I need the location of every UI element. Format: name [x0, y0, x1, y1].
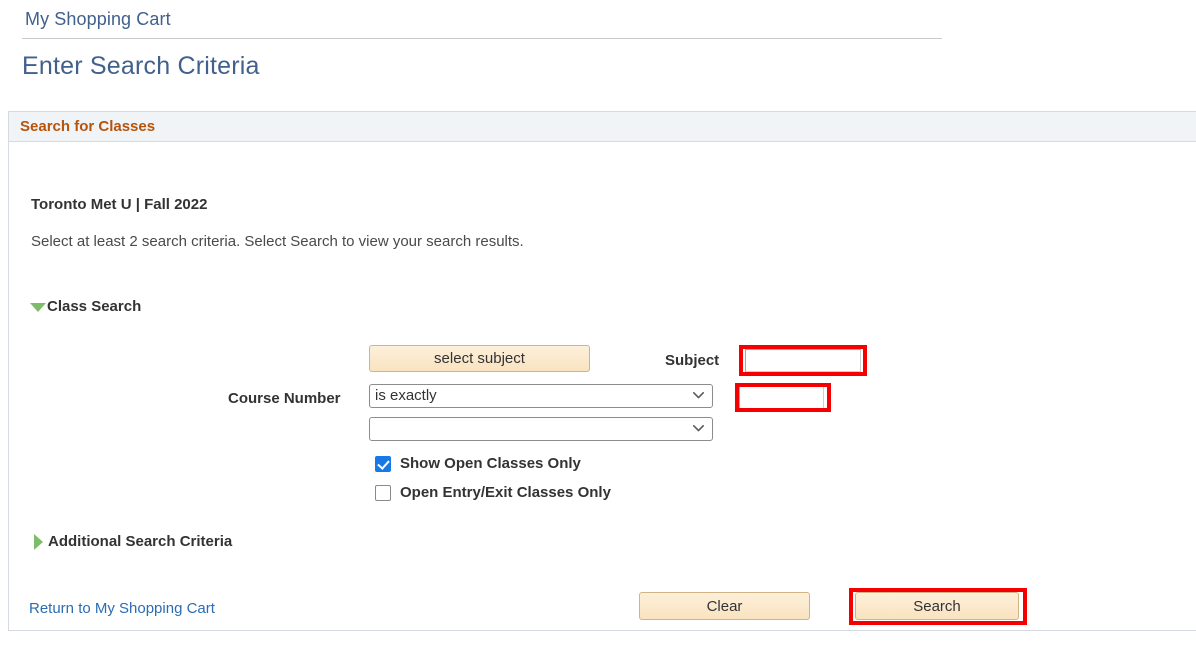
triangle-right-icon — [30, 534, 48, 550]
breadcrumb-divider — [22, 38, 942, 39]
course-career-wrapper: UndergraduateGraduateContinuing Educatio… — [369, 417, 713, 441]
triangle-down-icon — [29, 299, 47, 315]
subject-input[interactable] — [745, 349, 861, 372]
catalog-number-input[interactable] — [739, 386, 824, 409]
open-entry-exit-classes-only-label[interactable]: Open Entry/Exit Classes Only — [400, 484, 611, 501]
group-box-header-label: Search for Classes — [20, 118, 155, 135]
search-instruction-text: Select at least 2 search criteria. Selec… — [31, 233, 524, 250]
class-search-section-toggle[interactable]: Class Search — [29, 298, 141, 315]
open-entry-exit-classes-only-checkbox[interactable] — [375, 485, 391, 501]
page-title: Enter Search Criteria — [22, 52, 260, 81]
return-to-my-shopping-cart-link[interactable]: Return to My Shopping Cart — [29, 600, 215, 617]
search-button[interactable]: Search — [855, 592, 1019, 620]
show-open-classes-only-row[interactable]: Show Open Classes Only — [375, 455, 581, 472]
class-search-section-label: Class Search — [47, 298, 141, 315]
subject-field-label: Subject — [665, 352, 719, 369]
additional-search-criteria-toggle[interactable]: Additional Search Criteria — [30, 533, 232, 550]
course-number-operator-wrapper: is exactlygreater than or equal toless t… — [369, 384, 713, 408]
additional-search-criteria-label: Additional Search Criteria — [48, 533, 232, 550]
course-number-field-label: Course Number — [228, 390, 341, 407]
institution-term-heading: Toronto Met U | Fall 2022 — [31, 196, 207, 213]
group-box-bottom-divider — [9, 630, 1196, 631]
open-entry-exit-classes-only-row[interactable]: Open Entry/Exit Classes Only — [375, 484, 611, 501]
search-for-classes-group-box: Search for Classes — [8, 111, 1196, 631]
course-number-operator-select[interactable]: is exactlygreater than or equal toless t… — [369, 384, 713, 408]
clear-button[interactable]: Clear — [639, 592, 810, 620]
breadcrumb-my-shopping-cart-link[interactable]: My Shopping Cart — [25, 9, 171, 30]
group-box-header: Search for Classes — [9, 111, 1196, 142]
course-career-select[interactable]: UndergraduateGraduateContinuing Educatio… — [369, 417, 713, 441]
select-subject-button[interactable]: select subject — [369, 345, 590, 372]
show-open-classes-only-checkbox[interactable] — [375, 456, 391, 472]
show-open-classes-only-label[interactable]: Show Open Classes Only — [400, 455, 581, 472]
